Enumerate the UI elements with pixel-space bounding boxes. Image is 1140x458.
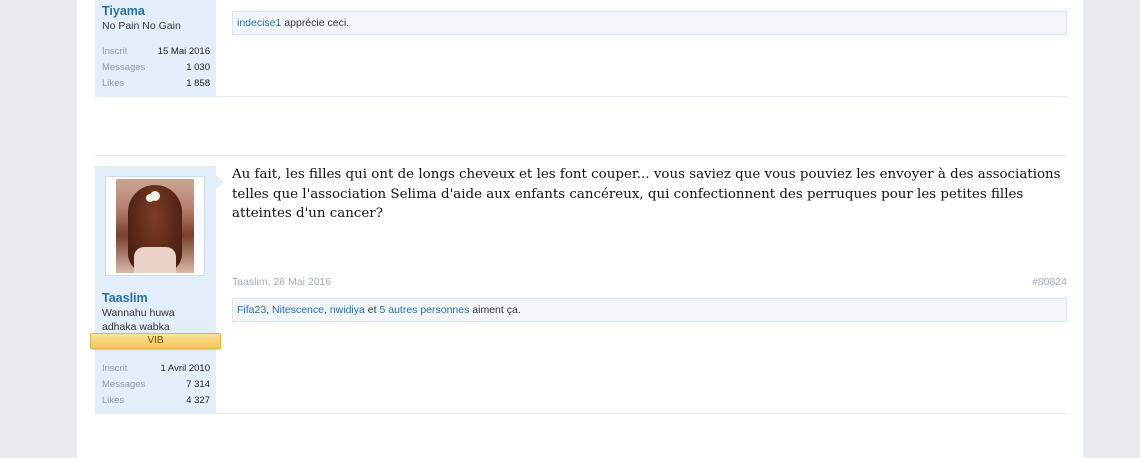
user-title: Wannahu huwa adhaka wabka <box>102 307 175 333</box>
likes-summary: Fifa23, Nitescence, nwidiya et 5 autres … <box>232 298 1067 322</box>
liker-link[interactable]: nwidiya <box>330 304 365 316</box>
stat-value: 7 314 <box>186 379 210 390</box>
stat-row: Inscrit 1 Avril 2010 <box>102 361 210 377</box>
likes-summary: indecise1 apprécie ceci. <box>232 11 1067 35</box>
stat-row: Messages 7 314 <box>102 377 210 393</box>
liker-link[interactable]: Fifa23 <box>237 304 266 316</box>
likes-suffix: aiment ça. <box>472 304 521 316</box>
stat-key[interactable]: Messages <box>102 60 145 76</box>
likes-others-link[interactable]: 5 autres personnes <box>379 304 469 316</box>
user-badge: VIB <box>90 333 221 349</box>
username-link[interactable]: Taaslim <box>102 291 148 305</box>
liker-link[interactable]: Nitescence <box>272 304 324 316</box>
message-arrow <box>216 175 224 189</box>
post-author-date: Taaslim, 26 Mai 2016 <box>232 276 332 288</box>
stat-key: Inscrit <box>102 46 128 57</box>
likes-and: et <box>367 304 377 316</box>
stat-row: Messages 1 030 <box>102 60 210 76</box>
username-link[interactable]: Tiyama <box>102 4 145 18</box>
stat-value: 4 327 <box>186 395 210 406</box>
likes-suffix: apprécie ceci. <box>284 17 350 29</box>
post-divider <box>95 155 1067 156</box>
stat-row: Likes 4 327 <box>102 393 210 409</box>
user-info-tiyama: Tiyama No Pain No Gain Inscrit 15 Mai 201… <box>95 0 216 96</box>
thread-page: Tiyama No Pain No Gain Inscrit 15 Mai 201… <box>77 0 1083 458</box>
post-divider <box>95 413 1067 414</box>
post-author-link[interactable]: Taaslim <box>232 276 268 288</box>
stat-value: 1 030 <box>186 62 210 73</box>
post-meta: Taaslim, 26 Mai 2016 #80824 <box>232 276 1067 288</box>
stat-key: Likes <box>102 78 125 89</box>
avatar-frame[interactable] <box>105 176 205 276</box>
stat-value: 1 Avril 2010 <box>160 363 210 374</box>
post-message: Au fait, les filles qui ont de longs che… <box>232 167 1061 221</box>
user-stats: Inscrit 1 Avril 2010 Messages 7 314 Likes 4… <box>102 361 210 409</box>
user-stats: Inscrit 15 Mai 2016 Messages 1 030 Likes 1 … <box>102 44 210 92</box>
stat-row: Inscrit 15 Mai 2016 <box>102 44 210 60</box>
user-title: No Pain No Gain <box>102 20 181 32</box>
post-date-link[interactable]: 26 Mai 2016 <box>273 276 331 288</box>
user-info-taaslim: Taaslim Wannahu huwa adhaka wabka VIB In… <box>90 166 221 413</box>
stat-key[interactable]: Messages <box>102 377 145 393</box>
avatar <box>116 179 194 273</box>
stat-key: Inscrit <box>102 363 128 374</box>
stat-value: 1 858 <box>186 78 210 89</box>
stat-value: 15 Mai 2016 <box>157 46 210 57</box>
liker-link[interactable]: indecise1 <box>237 17 281 29</box>
post-divider <box>95 96 1067 97</box>
stat-key: Likes <box>102 395 125 406</box>
post-permalink[interactable]: #80824 <box>1032 276 1067 288</box>
stat-row: Likes 1 858 <box>102 76 210 92</box>
